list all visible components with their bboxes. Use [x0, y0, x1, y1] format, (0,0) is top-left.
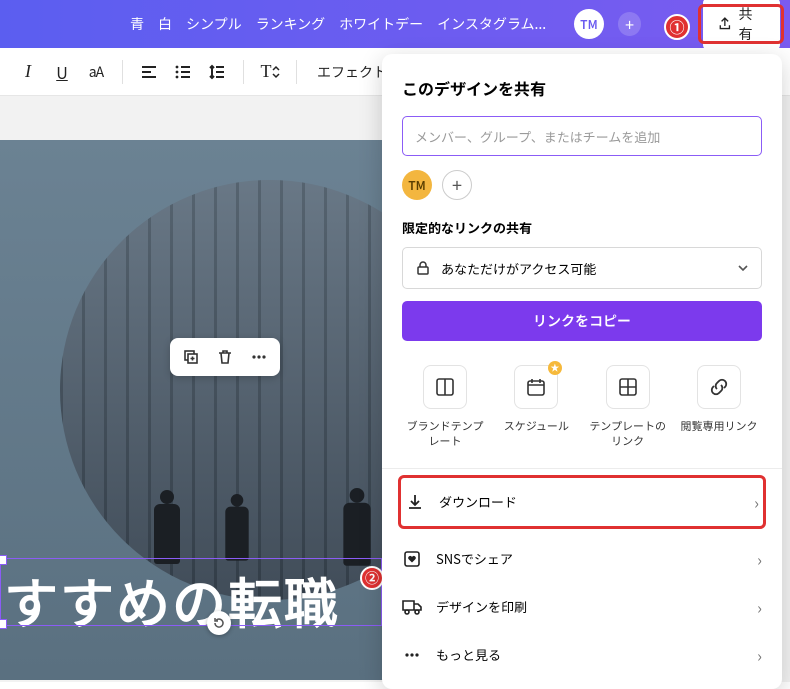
font-size-icon: T	[261, 61, 272, 82]
chevron-updown-icon	[272, 63, 280, 81]
link-share-section-label: 限定的なリンクの共有	[402, 218, 762, 237]
share-panel-title: このデザインを共有	[402, 76, 762, 100]
list-item-label: デザインを印刷	[436, 597, 527, 616]
line-spacing-icon	[208, 63, 226, 81]
link-icon	[708, 376, 730, 398]
list-icon	[174, 63, 192, 81]
see-more-item[interactable]: もっと見る ›	[402, 631, 762, 679]
copy-link-button[interactable]: リンクをコピー	[402, 301, 762, 341]
tile-label: 閲覧専用リンク	[680, 419, 757, 434]
underline-button[interactable]: U	[48, 56, 76, 88]
share-button-label: 共有	[739, 4, 767, 44]
annotation-badge-2: ②	[360, 566, 384, 590]
member-avatars-row: TM +	[402, 170, 762, 200]
add-member-input[interactable]	[402, 116, 762, 156]
circular-photo[interactable]	[60, 180, 390, 600]
download-icon	[406, 493, 424, 511]
more-horizontal-icon	[403, 646, 421, 664]
share-button[interactable]: 共有	[703, 0, 780, 50]
tile-label: スケジュール	[504, 419, 569, 434]
annotation-badge-1: ①	[664, 14, 690, 40]
template-icon	[434, 376, 456, 398]
rotate-handle[interactable]	[207, 611, 231, 635]
chevron-right-icon: ›	[757, 547, 762, 571]
tag-item[interactable]: インスタグラム...	[437, 14, 546, 34]
element-context-toolbar	[170, 338, 280, 376]
rotate-icon	[212, 616, 226, 630]
duplicate-button[interactable]	[178, 344, 204, 370]
template-link-tile[interactable]: テンプレートのリンク	[585, 365, 671, 450]
star-badge-icon	[548, 361, 562, 375]
tag-item[interactable]: 青	[130, 14, 144, 34]
template-link-icon	[617, 376, 639, 398]
link-access-select[interactable]: あなただけがアクセス可能	[402, 247, 762, 289]
lock-icon	[415, 260, 431, 276]
tag-item[interactable]: ランキング	[256, 14, 326, 34]
chevron-right-icon: ›	[757, 643, 762, 667]
user-avatar[interactable]: TM	[574, 9, 604, 39]
add-member-chip[interactable]: +	[618, 12, 642, 36]
design-page[interactable]: すすめの転職 で失敗しないコツ	[0, 140, 390, 680]
list-item-label: もっと見る	[436, 645, 501, 664]
list-item-label: SNSでシェア	[436, 549, 513, 568]
view-only-link-tile[interactable]: 閲覧専用リンク	[676, 365, 762, 450]
brand-template-tile[interactable]: ブランドテンプレート	[402, 365, 488, 450]
tile-label: ブランドテンプレート	[402, 419, 488, 450]
tag-item[interactable]: 白	[158, 14, 172, 34]
heart-box-icon	[403, 550, 421, 568]
share-panel: このデザインを共有 TM + 限定的なリンクの共有 あなただけがアクセス可能 リ…	[382, 54, 782, 689]
share-icon	[717, 16, 733, 32]
tag-item[interactable]: ホワイトデー	[339, 14, 423, 34]
share-tiles-row: ブランドテンプレート スケジュール テンプレートのリンク 閲覧専用リンク	[402, 365, 762, 450]
schedule-tile[interactable]: スケジュール	[493, 365, 579, 450]
photo-figure	[222, 494, 253, 566]
link-access-label: あなただけがアクセス可能	[441, 259, 596, 278]
member-avatar[interactable]: TM	[402, 170, 432, 200]
chevron-down-icon	[737, 262, 749, 274]
text-case-button[interactable]: aA	[82, 56, 110, 88]
delete-button[interactable]	[212, 344, 238, 370]
selection-outline[interactable]	[0, 558, 382, 626]
more-horizontal-icon	[250, 348, 268, 366]
chevron-right-icon: ›	[754, 490, 759, 514]
duplicate-icon	[182, 348, 200, 366]
trash-icon	[216, 348, 234, 366]
italic-button[interactable]: I	[14, 56, 42, 88]
font-size-button[interactable]: T	[256, 56, 284, 88]
align-left-icon	[140, 63, 158, 81]
truck-icon	[402, 598, 422, 616]
annotation-highlight-download: ダウンロード ›	[398, 475, 766, 529]
more-options-button[interactable]	[246, 344, 272, 370]
spacing-button[interactable]	[203, 56, 231, 88]
download-item[interactable]: ダウンロード ›	[405, 478, 759, 526]
add-member-button[interactable]: +	[442, 170, 472, 200]
align-button[interactable]	[135, 56, 163, 88]
tile-label: テンプレートのリンク	[585, 419, 671, 450]
sns-share-item[interactable]: SNSでシェア ›	[402, 535, 762, 583]
chevron-right-icon: ›	[757, 595, 762, 619]
list-item-label: ダウンロード	[439, 492, 517, 511]
tag-item[interactable]: シンプル	[186, 14, 242, 34]
print-design-item[interactable]: デザインを印刷 ›	[402, 583, 762, 631]
bullet-list-button[interactable]	[169, 56, 197, 88]
calendar-icon	[525, 376, 547, 398]
